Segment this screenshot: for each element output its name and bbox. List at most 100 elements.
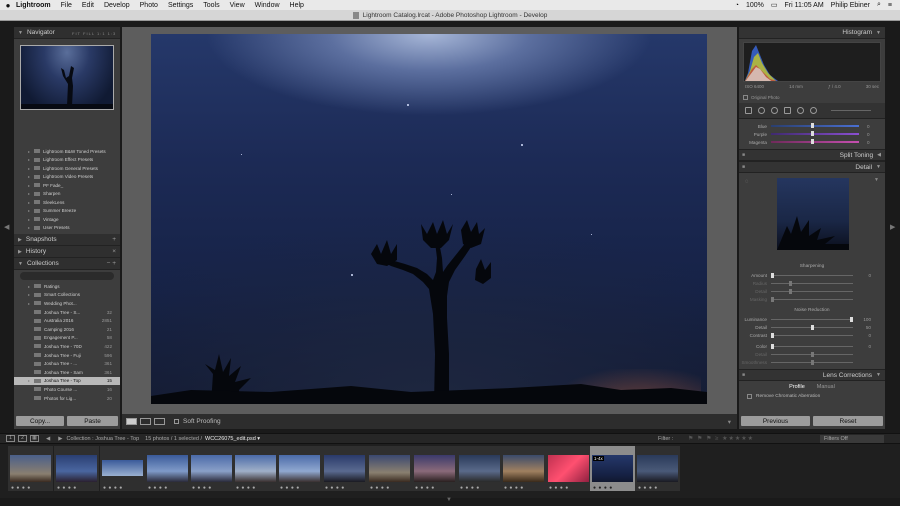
filmstrip-thumbnail[interactable]: ● ● ● ● bbox=[501, 446, 546, 491]
hsl-blue-row[interactable]: Blue 0 bbox=[739, 122, 885, 130]
toggle-icon[interactable]: ■ bbox=[742, 372, 745, 378]
loupe-view-icon[interactable] bbox=[126, 418, 137, 425]
split-toning-header[interactable]: ■ Split Toning ◀ bbox=[739, 149, 885, 161]
histogram-graph[interactable] bbox=[743, 42, 881, 82]
collections-search-input[interactable] bbox=[20, 272, 114, 280]
collection-item[interactable]: Joshua Tree - Fuji 596 bbox=[14, 351, 120, 360]
filmstrip-thumbnail[interactable]: ● ● ● ● bbox=[546, 446, 591, 491]
slider-row[interactable]: Detail 50 bbox=[739, 323, 885, 331]
soft-proofing-checkbox[interactable] bbox=[174, 419, 179, 424]
collection-item[interactable]: Joshua Tree - Sam 361 bbox=[14, 368, 120, 377]
hsl-purple-row[interactable]: Purple 0 bbox=[739, 130, 885, 138]
collection-item-selected[interactable]: ▸ Joshua Tree - Top 15 bbox=[14, 376, 120, 386]
collection-item[interactable]: Photo Course ... 16 bbox=[14, 385, 120, 394]
filters-off-select[interactable]: Filters Off bbox=[820, 434, 884, 443]
noise-contrast-slider[interactable] bbox=[771, 332, 853, 338]
navigator-zoom-options[interactable]: FIT FILL 1:1 1:3 bbox=[72, 31, 116, 36]
toggle-icon[interactable]: ■ bbox=[742, 164, 745, 170]
detail-zoom-preview[interactable] bbox=[777, 178, 849, 250]
menu-file[interactable]: File bbox=[61, 2, 72, 9]
wifi-icon[interactable]: ◔ bbox=[735, 2, 739, 9]
second-window-button[interactable]: 2 bbox=[18, 435, 27, 442]
history-header[interactable]: ▶ History × bbox=[14, 246, 120, 258]
spotlight-icon[interactable]: ⌕ bbox=[877, 1, 881, 9]
filmstrip-thumbnail[interactable]: ● ● ● ● bbox=[412, 446, 457, 491]
main-window-button[interactable]: 1 bbox=[6, 435, 15, 442]
filmstrip-source[interactable]: Collection : Joshua Tree - Top bbox=[66, 436, 139, 442]
main-photo[interactable] bbox=[151, 34, 707, 404]
menu-view[interactable]: View bbox=[230, 2, 245, 9]
menu-edit[interactable]: Edit bbox=[82, 2, 94, 9]
detail-header[interactable]: ■ Detail ▼ bbox=[739, 161, 885, 173]
noise-detail-slider[interactable] bbox=[771, 324, 853, 330]
hsl-magenta-slider[interactable] bbox=[771, 139, 859, 144]
tool-slider[interactable] bbox=[831, 110, 871, 111]
adjustment-brush-icon[interactable] bbox=[810, 107, 817, 114]
slider-row[interactable]: Masking bbox=[739, 295, 885, 303]
collection-item[interactable]: Joshua Tree - 70D 422 bbox=[14, 342, 120, 351]
original-photo-toggle[interactable]: Original Photo bbox=[743, 95, 780, 100]
menu-tools[interactable]: Tools bbox=[203, 2, 219, 9]
filmstrip-thumbnail[interactable]: ● ● ● ● bbox=[635, 446, 680, 491]
filmstrip-thumbnail[interactable]: ● ● ● ● bbox=[8, 446, 53, 491]
image-canvas[interactable] bbox=[122, 27, 737, 414]
detail-zoom-target-icon[interactable]: ◌ bbox=[745, 179, 749, 185]
red-eye-icon[interactable] bbox=[771, 107, 778, 114]
preset-folder[interactable]: ▸ Lightroom B&W Toned Presets bbox=[28, 147, 120, 156]
filmstrip-thumbnail-selected[interactable]: 1-4x ● ● ● ● bbox=[590, 446, 635, 491]
filmstrip-thumbnail[interactable]: ● ● ● ● bbox=[233, 446, 278, 491]
paste-settings-button[interactable]: Paste bbox=[67, 416, 118, 426]
menu-window[interactable]: Window bbox=[255, 2, 280, 9]
preset-folder[interactable]: ▸ User Presets bbox=[28, 224, 120, 233]
collection-item[interactable]: Joshua Tree - S... 32 bbox=[14, 308, 120, 317]
color-noise-slider[interactable] bbox=[771, 343, 853, 349]
before-after-options-icon[interactable] bbox=[154, 418, 165, 425]
hsl-purple-slider[interactable] bbox=[771, 131, 859, 136]
left-panel-edge[interactable]: ◀ bbox=[0, 21, 14, 433]
menu-settings[interactable]: Settings bbox=[168, 2, 193, 9]
filmstrip-thumbnail[interactable]: ● ● ● ● bbox=[367, 446, 412, 491]
before-after-icon[interactable] bbox=[140, 418, 151, 425]
slider-row[interactable]: Detail bbox=[739, 287, 885, 295]
radial-filter-icon[interactable] bbox=[797, 107, 804, 114]
slider-row[interactable]: Smoothness bbox=[739, 358, 885, 366]
preset-folder[interactable]: ▸ PF Fade_ bbox=[28, 181, 120, 190]
collection-item[interactable]: Engagement P... 58 bbox=[14, 334, 120, 343]
user-name[interactable]: Philip Ebiner bbox=[831, 2, 870, 9]
preset-folder[interactable]: ▸ Vintage bbox=[28, 215, 120, 224]
masking-slider[interactable] bbox=[771, 296, 853, 302]
previous-button[interactable]: Previous bbox=[741, 416, 810, 426]
slider-row[interactable]: Detail bbox=[739, 350, 885, 358]
hsl-magenta-row[interactable]: Magenta 0 bbox=[739, 138, 885, 146]
add-snapshot-icon[interactable]: + bbox=[112, 236, 116, 243]
spot-removal-icon[interactable] bbox=[758, 107, 765, 114]
collection-set[interactable]: ▸ Ratings bbox=[14, 282, 120, 291]
tab-profile[interactable]: Profile bbox=[789, 384, 805, 390]
remove-ca-checkbox[interactable] bbox=[747, 393, 752, 399]
snapshots-header[interactable]: ▶ Snapshots + bbox=[14, 234, 120, 246]
clock[interactable]: Fri 11:05 AM bbox=[785, 2, 824, 9]
preset-folder[interactable]: ▸ Lightroom General Presets bbox=[28, 164, 120, 173]
sharpen-detail-slider[interactable] bbox=[771, 288, 853, 294]
preset-folder[interactable]: ▸ Summer Breeze bbox=[28, 207, 120, 216]
crop-tool-icon[interactable] bbox=[745, 107, 752, 114]
menu-develop[interactable]: Develop bbox=[104, 2, 130, 9]
filmstrip-thumbnail[interactable]: ● ● ● ● bbox=[54, 446, 99, 491]
preset-folder[interactable]: ▸ Lightroom Video Presets bbox=[28, 173, 120, 182]
rating-filter[interactable]: ⚑ ⚑ ⚑ ≥ ★★★★★ bbox=[688, 435, 754, 442]
right-panel-edge[interactable]: ▶ bbox=[885, 21, 900, 433]
collapse-left-arrow-icon[interactable]: ◀ bbox=[4, 223, 9, 231]
collection-item[interactable]: Joshua Tree - ... 361 bbox=[14, 359, 120, 368]
hsl-blue-slider[interactable] bbox=[771, 123, 859, 128]
battery-percent[interactable]: 100% bbox=[746, 2, 764, 9]
collections-header[interactable]: ▼ Collections − + bbox=[14, 258, 120, 270]
collection-set[interactable]: ▸ Smart Collections bbox=[14, 291, 120, 300]
collection-item[interactable]: Australia 2016 2851 bbox=[14, 316, 120, 325]
apple-menu-icon[interactable]: ● bbox=[0, 1, 16, 10]
preset-folder[interactable]: ▸ Lightroom Effect Presets bbox=[28, 156, 120, 165]
toolbar-menu-icon[interactable]: ▾ bbox=[728, 418, 731, 426]
menu-app-name[interactable]: Lightroom bbox=[16, 2, 51, 9]
navigator-thumbnail[interactable] bbox=[20, 45, 114, 110]
selected-filename[interactable]: WCC26075_edit.psd ▾ bbox=[205, 436, 260, 442]
tab-manual[interactable]: Manual bbox=[817, 384, 835, 390]
